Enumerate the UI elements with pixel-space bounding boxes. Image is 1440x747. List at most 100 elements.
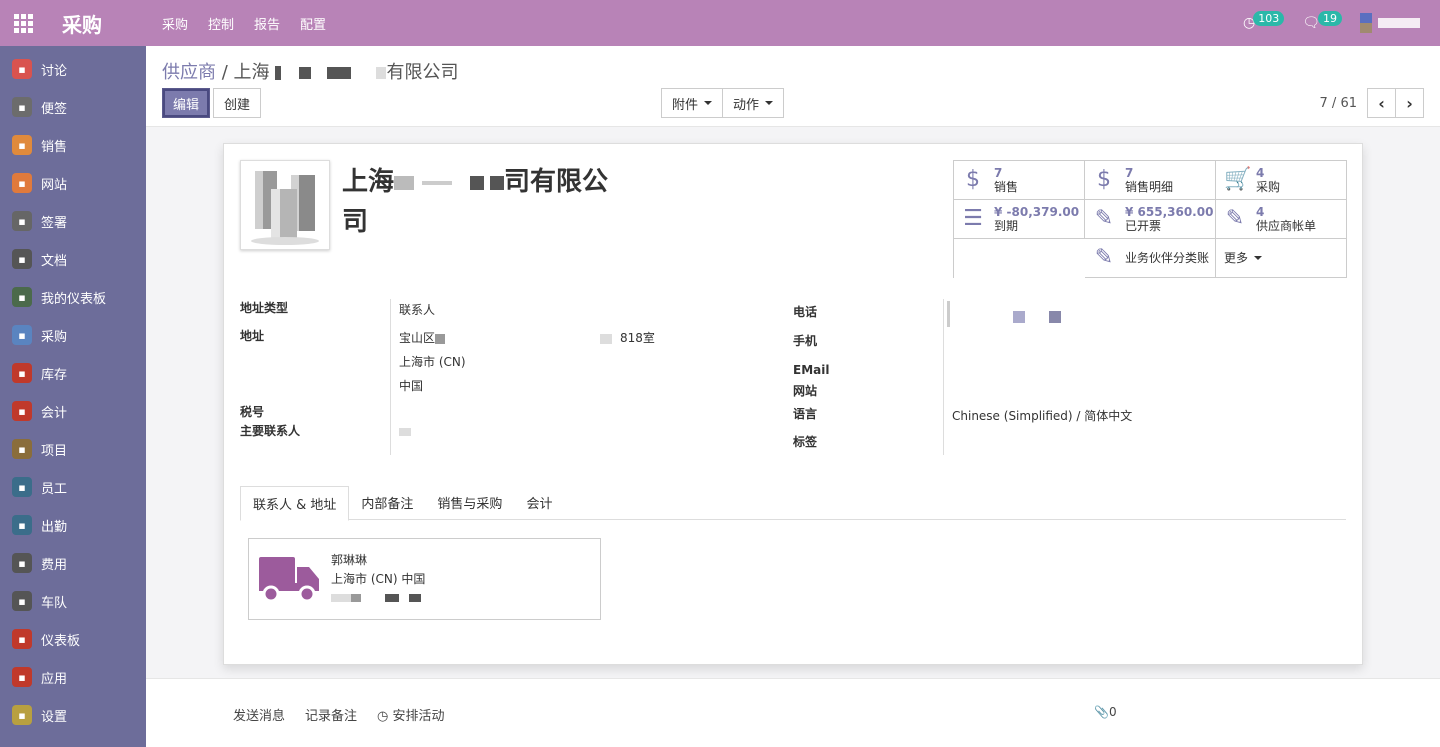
sidebar-item-dashboard[interactable]: ▪ 我的仪表板 [0,278,146,316]
smart-button[interactable]: ✎ 业务伙伴分类账 [1085,239,1216,278]
caret-down-icon [765,101,774,105]
sidebar-item-chat[interactable]: ▪ 讨论 [0,50,146,88]
chatter-topbar: 发送消息 记录备注 ◷ 安排活动 [233,705,445,724]
street-field: 宝山区 [399,329,446,346]
sidebar-item-employees[interactable]: ▪ 员工 [0,468,146,506]
sidebar-item-label: 员工 [41,481,68,497]
redaction [470,175,485,190]
apps-menu-icon[interactable] [0,0,46,46]
sidebar-item-apps[interactable]: ▪ 应用 [0,658,146,696]
breadcrumb-separator: / [216,62,234,83]
document-icon: ▪ [12,249,32,269]
smart-button[interactable]: ✎ 4 供应商帐单 [1216,200,1347,239]
language-value[interactable]: Chinese (Simplified) / 简体中文 [952,407,1132,424]
log-note-button[interactable]: 记录备注 [305,705,357,724]
smart-button-text: 更多 [1224,251,1248,265]
action-dropdown[interactable]: 动作 [722,88,785,118]
tab-internal-notes[interactable]: 内部备注 [349,486,425,519]
sidebar-item-document[interactable]: ▪ 文档 [0,240,146,278]
sidebar-item-expense[interactable]: ▪ 费用 [0,544,146,582]
schedule-activity-button[interactable]: ◷ 安排活动 [377,705,445,724]
tags-label: 标签 [793,435,818,449]
schedule-activity-label: 安排活动 [392,709,445,724]
more-button[interactable]: 更多 [1216,239,1347,278]
tab-contacts[interactable]: 联系人 & 地址 [240,486,350,521]
tab-sales-purchase[interactable]: 销售与采购 [425,486,514,519]
dollar-icon: $ [1097,167,1111,192]
street2-field: 818室 [600,329,655,346]
smart-button[interactable]: ☰ ¥ -80,379.00 到期 [954,200,1085,239]
sidebar-item-label: 出勤 [41,519,68,535]
menu-control[interactable]: 控制 [208,14,234,33]
menu-purchase[interactable]: 采购 [162,14,188,33]
sidebar-item-label: 便签 [41,101,68,117]
chevron-right-icon: › [1406,93,1413,113]
redaction [326,67,351,79]
sidebar-item-label: 文档 [41,253,68,269]
avatar [1360,13,1372,33]
smart-button[interactable]: ✎ ¥ 655,360.00 已开票 [1085,200,1216,239]
project-icon: ▪ [12,439,32,459]
tab-accounting[interactable]: 会计 [514,486,564,519]
company-avatar[interactable] [240,160,330,250]
inventory-icon: ▪ [12,363,32,383]
edit-button[interactable]: 编辑 [162,88,211,118]
activity-button[interactable]: ◷ 103 [1243,10,1285,31]
sidebar-item-chart[interactable]: ▪ 销售 [0,126,146,164]
user-menu[interactable] [1360,13,1420,33]
sidebar-item-globe[interactable]: ▪ 网站 [0,164,146,202]
smart-button-text: ¥ 655,360.00 已开票 [1125,205,1213,233]
sidebar-item-dashboards[interactable]: ▪ 仪表板 [0,620,146,658]
breadcrumb-parent[interactable]: 供应商 [162,62,216,83]
redaction [275,66,282,80]
pager-value[interactable]: 7 / 61 [1320,96,1357,111]
attachments-dropdown[interactable]: 附件 [661,88,724,118]
sidebar-item-label: 讨论 [41,63,68,79]
paperclip-icon: 📎 [1094,705,1109,719]
redaction [331,594,351,602]
redaction [376,67,387,79]
sidebar-item-inventory[interactable]: ▪ 库存 [0,354,146,392]
divider [943,299,944,455]
sidebar-item-purchase[interactable]: ▪ 采购 [0,316,146,354]
dashboard-icon: ▪ [12,287,32,307]
redaction [409,594,421,602]
redaction [1049,310,1061,323]
menu-config[interactable]: 配置 [300,14,326,33]
country-value: 中国 [399,379,424,393]
pager-previous-button[interactable]: ‹ [1367,88,1396,118]
form-sheet: 上海 司有限公司 $7 销售 $7 销售明细 🛒 4 采购 ☰ ¥ -80,379.00 到期 ✎ ¥ … [223,143,1363,665]
smart-button[interactable]: $7 销售明细 [1085,161,1216,200]
attendance-icon: ▪ [12,515,32,535]
globe-icon: ▪ [12,173,32,193]
sidebar-item-note[interactable]: ▪ 便签 [0,88,146,126]
apps-icon: ▪ [12,667,32,687]
send-message-button[interactable]: 发送消息 [233,705,285,724]
menu-report[interactable]: 报告 [254,14,280,33]
expense-icon: ▪ [12,553,32,573]
list-icon: ☰ [963,206,983,231]
sidebar-item-label: 项目 [41,443,68,459]
sidebar-item-attendance[interactable]: ▪ 出勤 [0,506,146,544]
sidebar-item-project[interactable]: ▪ 项目 [0,430,146,468]
sidebar-dropdowns: 附件 动作 [661,88,785,118]
employees-icon: ▪ [12,477,32,497]
smart-button-label: 采购 [1256,180,1281,194]
sidebar-item-settings[interactable]: ▪ 设置 [0,696,146,734]
create-button[interactable]: 创建 [213,88,262,118]
sidebar-item-label: 会计 [41,405,68,421]
smart-button[interactable]: $7 销售 [954,161,1085,200]
contact-card[interactable]: 郭琳琳 上海市 (CN) 中国 [248,538,601,620]
sidebar-item-fleet[interactable]: ▪ 车队 [0,582,146,620]
breadcrumb-current-prefix: 上海 [233,62,270,83]
messages-button[interactable]: 🗨 19 [1302,10,1342,31]
smart-button-label: 销售 [994,180,1019,194]
redaction [298,67,311,79]
smart-button[interactable]: 🛒 4 采购 [1216,161,1347,200]
sidebar-item-accounting[interactable]: ▪ 会计 [0,392,146,430]
pager-next-button[interactable]: › [1395,88,1424,118]
sidebar-item-label: 网站 [41,177,68,193]
redaction [1013,310,1025,323]
attachment-counter[interactable]: 📎0 [1094,705,1117,719]
sidebar-item-sign[interactable]: ▪ 签署 [0,202,146,240]
